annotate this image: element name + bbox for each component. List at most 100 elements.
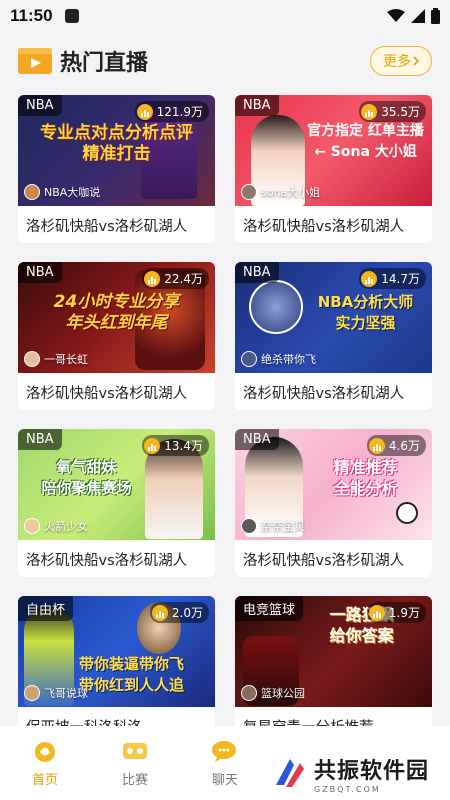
heat-icon bbox=[361, 103, 378, 120]
live-card[interactable]: 一路狂飙 给你答案 电竞篮球 1.9万 篮球公园 复星穿青一分析推荐 bbox=[235, 596, 432, 744]
heat-icon bbox=[144, 437, 161, 454]
card-title: 洛杉矶快船vs洛杉矶湖人 bbox=[243, 386, 405, 402]
anchor-name: 奈奈宝贝 bbox=[261, 520, 305, 533]
card-title: 洛杉矶快船vs洛杉矶湖人 bbox=[26, 553, 188, 569]
home-icon bbox=[31, 739, 59, 763]
more-label: 更多 bbox=[383, 54, 411, 70]
card-thumbnail: 专业点对点分析点评 精准打击 NBA 121.9万 NBA大咖说 bbox=[18, 95, 215, 206]
anchor-info: 篮球公园 bbox=[241, 685, 305, 701]
viewer-count: 121.9万 bbox=[134, 101, 209, 122]
wifi-icon bbox=[387, 9, 405, 22]
watermark-url: GZBQT.COM bbox=[314, 784, 381, 794]
avatar bbox=[24, 351, 40, 367]
notification-icon bbox=[64, 9, 79, 23]
avatar bbox=[24, 685, 40, 701]
viewer-count: 22.4万 bbox=[142, 268, 209, 289]
avatar bbox=[241, 351, 257, 367]
category-badge: 自由杯 bbox=[18, 596, 74, 621]
tab-home[interactable]: 首页 bbox=[0, 726, 90, 800]
cellular-icon bbox=[411, 9, 425, 23]
card-title: 洛杉矶快船vs洛杉矶湖人 bbox=[243, 553, 405, 569]
card-thumbnail: NBA分析大师 实力坚强 NBA 14.7万 绝杀带你飞 bbox=[235, 262, 432, 373]
live-card[interactable]: 带你装逼带你飞 带你红到人人追 自由杯 2.0万 飞哥说球 保亚坡一科洛科洛 bbox=[18, 596, 215, 744]
live-card[interactable]: 24小时专业分享 年头红到年尾 NBA 22.4万 一哥长虹 洛杉矶快船vs洛杉… bbox=[18, 262, 215, 410]
anchor-info: 奈奈宝贝 bbox=[241, 518, 305, 534]
section-header: 热门直播 更多 bbox=[0, 32, 450, 90]
live-card[interactable]: 氧气甜妹 陪你聚焦赛场 NBA 13.4万 火箭少女 洛杉矶快船vs洛杉矶湖人 bbox=[18, 429, 215, 577]
category-badge: NBA bbox=[235, 262, 279, 283]
tab-label: 比赛 bbox=[121, 772, 148, 788]
anchor-name: 绝杀带你飞 bbox=[261, 353, 316, 366]
tab-match[interactable]: 比赛 bbox=[90, 726, 180, 800]
card-banner: 24小时专业分享 年头红到年尾 bbox=[53, 292, 180, 333]
anchor-info: 绝杀带你飞 bbox=[241, 351, 316, 367]
section-title: 热门直播 bbox=[60, 51, 149, 76]
live-card[interactable]: 精准推荐 全能分析 NBA 4.6万 奈奈宝贝 洛杉矶快船vs洛杉矶湖人 bbox=[235, 429, 432, 577]
viewer-count: 1.9万 bbox=[366, 602, 426, 623]
heat-icon bbox=[151, 604, 168, 621]
card-thumbnail: 官方指定 红单主播 ← Sona 大小姐 NBA 35.5万 sona大小姐 bbox=[235, 95, 432, 206]
category-badge: 电竞篮球 bbox=[235, 596, 304, 621]
viewer-count: 14.7万 bbox=[359, 268, 426, 289]
site-watermark: 共振软件园 GZBQT.COM bbox=[250, 746, 450, 800]
avatar bbox=[241, 685, 257, 701]
card-banner: 官方指定 红单主播 ← Sona 大小姐 bbox=[307, 123, 424, 160]
avatar bbox=[24, 184, 40, 200]
category-badge: NBA bbox=[235, 95, 279, 116]
card-thumbnail: 带你装逼带你飞 带你红到人人追 自由杯 2.0万 飞哥说球 bbox=[18, 596, 215, 707]
live-card[interactable]: 官方指定 红单主播 ← Sona 大小姐 NBA 35.5万 sona大小姐 洛… bbox=[235, 95, 432, 243]
anchor-name: NBA大咖说 bbox=[44, 186, 101, 199]
status-icons bbox=[387, 8, 440, 24]
viewer-count-value: 2.0万 bbox=[171, 606, 203, 620]
card-thumbnail: 氧气甜妹 陪你聚焦赛场 NBA 13.4万 火箭少女 bbox=[18, 429, 215, 540]
card-banner: NBA分析大师 实力坚强 bbox=[317, 293, 414, 332]
category-badge: NBA bbox=[18, 262, 62, 283]
card-banner: 专业点对点分析点评 精准打击 bbox=[40, 123, 193, 164]
heat-icon bbox=[144, 270, 161, 287]
viewer-count-value: 35.5万 bbox=[381, 105, 420, 119]
card-thumbnail: 精准推荐 全能分析 NBA 4.6万 奈奈宝贝 bbox=[235, 429, 432, 540]
anchor-name: 一哥长虹 bbox=[44, 353, 88, 366]
avatar bbox=[241, 184, 257, 200]
avatar bbox=[24, 518, 40, 534]
heat-icon bbox=[368, 604, 385, 621]
heat-icon bbox=[368, 437, 385, 454]
tab-label: 首页 bbox=[31, 772, 58, 788]
battery-icon bbox=[431, 8, 440, 24]
category-badge: NBA bbox=[18, 429, 62, 450]
viewer-count-value: 13.4万 bbox=[164, 439, 203, 453]
live-card[interactable]: 专业点对点分析点评 精准打击 NBA 121.9万 NBA大咖说 洛杉矶快船vs… bbox=[18, 95, 215, 243]
chevron-right-icon bbox=[413, 56, 420, 66]
viewer-count-value: 1.9万 bbox=[388, 606, 420, 620]
card-thumbnail: 24小时专业分享 年头红到年尾 NBA 22.4万 一哥长虹 bbox=[18, 262, 215, 373]
chat-icon bbox=[211, 739, 239, 763]
category-badge: NBA bbox=[18, 95, 62, 116]
viewer-count: 4.6万 bbox=[366, 435, 426, 456]
streamer-avatar bbox=[249, 280, 303, 334]
viewer-count-value: 14.7万 bbox=[381, 272, 420, 286]
anchor-info: 飞哥说球 bbox=[24, 685, 88, 701]
viewer-count: 13.4万 bbox=[142, 435, 209, 456]
card-title: 洛杉矶快船vs洛杉矶湖人 bbox=[26, 219, 188, 235]
anchor-name: sona大小姐 bbox=[261, 186, 321, 199]
heat-icon bbox=[361, 270, 378, 287]
anchor-name: 篮球公园 bbox=[261, 687, 305, 700]
card-title: 洛杉矶快船vs洛杉矶湖人 bbox=[26, 386, 188, 402]
anchor-info: NBA大咖说 bbox=[24, 184, 100, 200]
card-title: 洛杉矶快船vs洛杉矶湖人 bbox=[243, 219, 405, 235]
anchor-name: 飞哥说球 bbox=[44, 687, 88, 700]
live-tv-icon bbox=[18, 48, 52, 74]
status-bar: 11:50 bbox=[0, 0, 450, 32]
watermark-title: 共振软件园 bbox=[314, 758, 430, 784]
match-icon bbox=[121, 739, 149, 763]
card-banner: 精准推荐 全能分析 bbox=[333, 458, 398, 498]
more-button[interactable]: 更多 bbox=[370, 46, 432, 76]
card-thumbnail: 一路狂飙 给你答案 电竞篮球 1.9万 篮球公园 bbox=[235, 596, 432, 707]
live-card[interactable]: NBA分析大师 实力坚强 NBA 14.7万 绝杀带你飞 洛杉矶快船vs洛杉矶湖… bbox=[235, 262, 432, 410]
status-time: 11:50 bbox=[10, 6, 53, 25]
heat-icon bbox=[136, 103, 153, 120]
viewer-count-value: 121.9万 bbox=[156, 105, 203, 119]
soccer-ball-icon bbox=[396, 502, 418, 524]
viewer-count: 35.5万 bbox=[359, 101, 426, 122]
anchor-info: 一哥长虹 bbox=[24, 351, 88, 367]
